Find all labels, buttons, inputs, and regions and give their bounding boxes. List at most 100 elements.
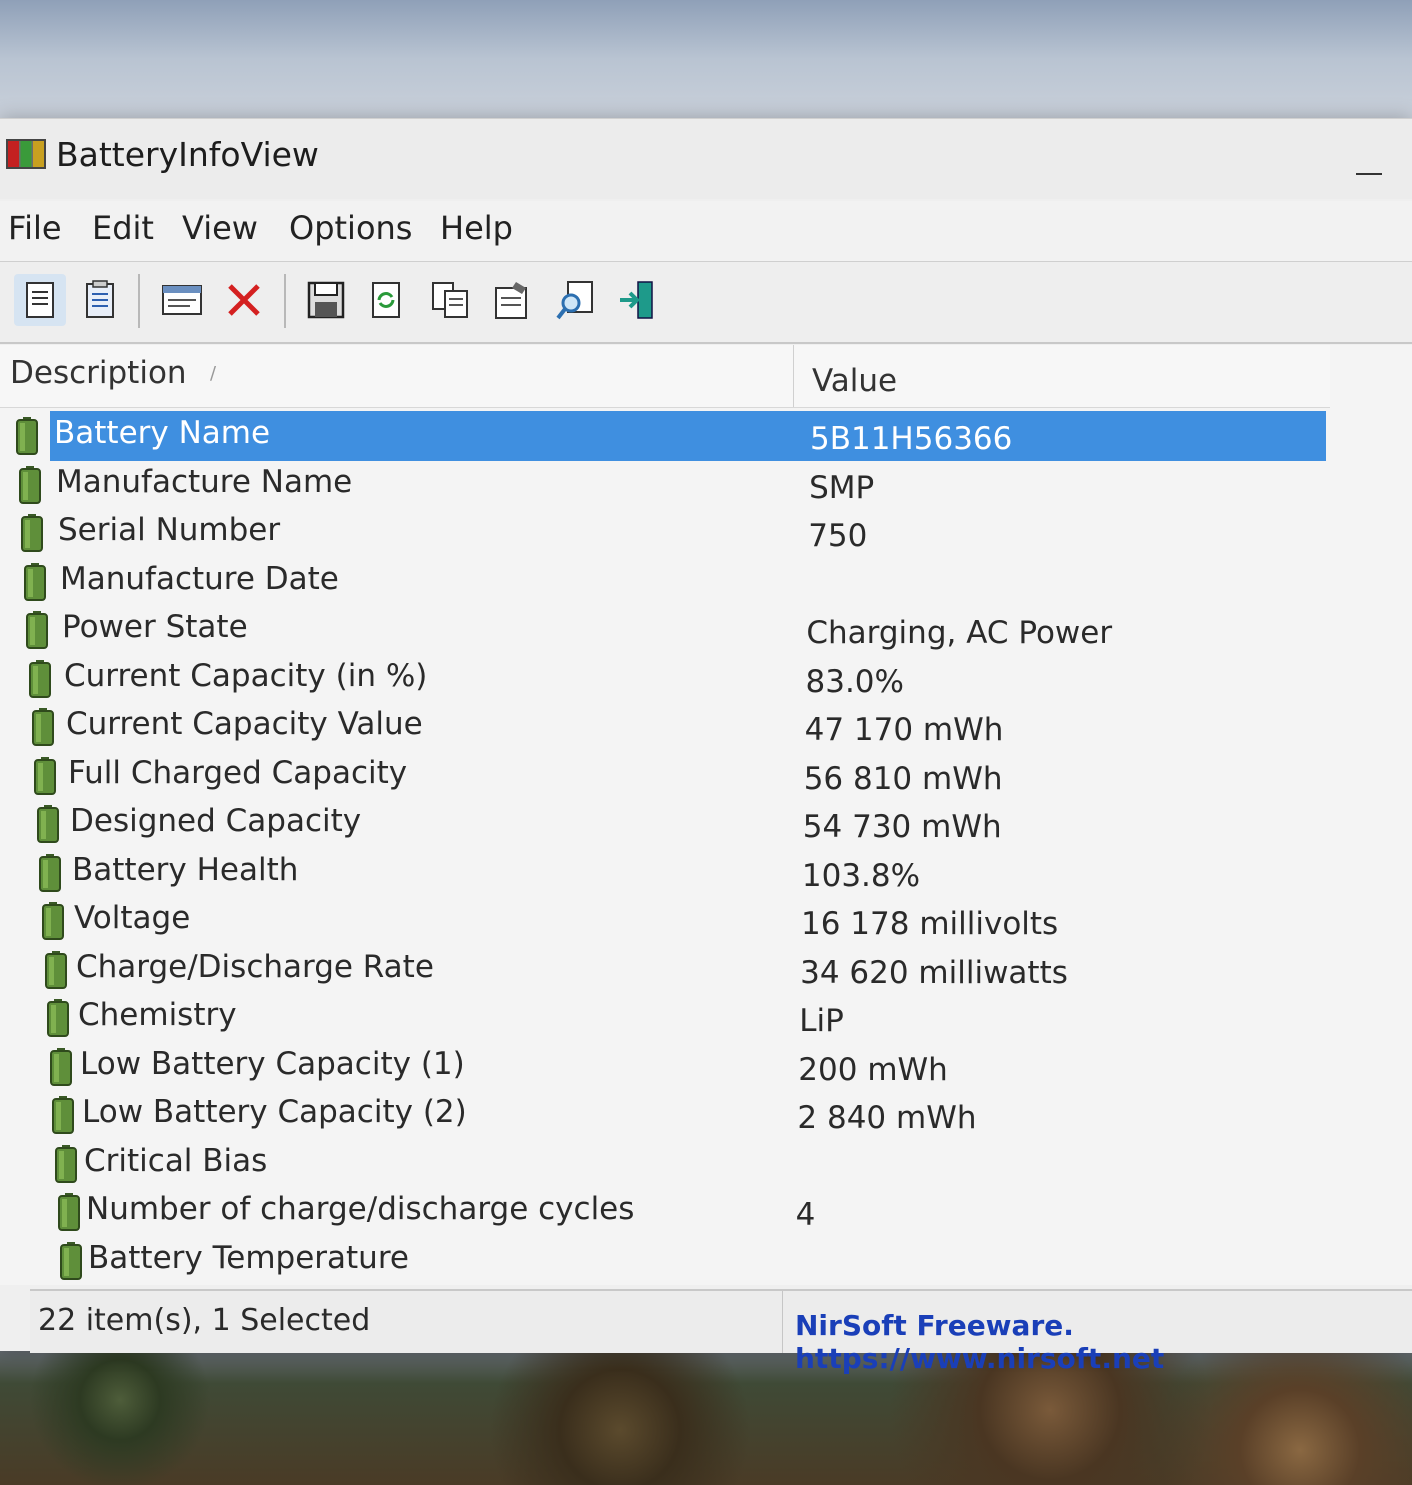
- nirsoft-link[interactable]: NirSoft Freeware. https://www.nirsoft.ne…: [795, 1309, 1412, 1375]
- battery-icon: [52, 1096, 75, 1134]
- row-description: Full Charged Capacity: [68, 754, 408, 791]
- table-row[interactable]: Voltage 16 178 millivolts: [0, 896, 1330, 944]
- row-value: 83.0%: [805, 663, 904, 700]
- table-row[interactable]: Serial Number 750: [0, 508, 1330, 556]
- menu-file[interactable]: File: [4, 209, 66, 247]
- table-row[interactable]: Number of charge/discharge cycles 4: [0, 1187, 1330, 1235]
- list-header: Description / Value: [0, 345, 1330, 408]
- table-row[interactable]: Current Capacity Value 47 170 mWh: [0, 702, 1330, 750]
- battery-icon: [16, 417, 38, 455]
- delete-icon[interactable]: [218, 274, 270, 326]
- save-icon[interactable]: [300, 274, 352, 326]
- sort-indicator-icon: /: [210, 363, 217, 384]
- row-description: Low Battery Capacity (2): [82, 1094, 467, 1130]
- battery-icon: [47, 999, 70, 1037]
- row-value: 103.8%: [801, 857, 921, 894]
- menu-bar: File Edit View Options Help: [0, 201, 1412, 262]
- table-row[interactable]: Battery Temperature: [0, 1236, 1330, 1284]
- toolbar-separator: [284, 274, 286, 328]
- title-bar: BatteryInfoView: [0, 119, 1412, 199]
- row-value: SMP: [809, 469, 875, 506]
- status-bar: 22 item(s), 1 Selected NirSoft Freeware.…: [30, 1289, 1412, 1375]
- html-report-all-icon[interactable]: [14, 274, 66, 326]
- table-row[interactable]: Current Capacity (in %) 83.0%: [0, 654, 1330, 702]
- row-description: Serial Number: [58, 512, 281, 548]
- battery-icon: [21, 514, 44, 552]
- html-report-selected-icon[interactable]: [74, 274, 126, 326]
- table-row[interactable]: Designed Capacity 54 730 mWh: [0, 799, 1330, 847]
- row-description: Number of charge/discharge cycles: [86, 1191, 635, 1227]
- battery-icon: [26, 611, 49, 649]
- row-description: Current Capacity (in %): [64, 657, 428, 694]
- battery-icon: [60, 1241, 83, 1280]
- battery-icon: [29, 659, 51, 698]
- row-description: Battery Name: [54, 415, 271, 451]
- find-icon[interactable]: [550, 274, 602, 326]
- battery-app-icon: [6, 139, 46, 169]
- row-value: 56 810 mWh: [803, 760, 1003, 797]
- table-row[interactable]: Battery Name 5B11H56366: [0, 411, 1330, 461]
- copy-icon[interactable]: [424, 274, 476, 326]
- row-description: Power State: [62, 609, 248, 645]
- row-description: Critical Bias: [84, 1142, 268, 1179]
- row-description: Chemistry: [78, 997, 237, 1033]
- options-icon[interactable]: [486, 274, 538, 326]
- menu-help[interactable]: Help: [436, 209, 517, 247]
- column-header-value[interactable]: Value: [812, 363, 897, 399]
- row-value: 750: [808, 518, 868, 554]
- column-header-description[interactable]: Description: [10, 355, 187, 391]
- toolbar: [0, 262, 1412, 344]
- row-description: Voltage: [74, 900, 191, 936]
- row-value: 16 178 millivolts: [801, 906, 1059, 942]
- table-row[interactable]: Battery Health 103.8%: [0, 848, 1330, 896]
- table-row[interactable]: Chemistry LiP: [0, 993, 1330, 1041]
- battery-icon: [31, 708, 54, 746]
- row-description: Battery Temperature: [88, 1239, 409, 1276]
- properties-icon[interactable]: [156, 274, 208, 326]
- status-divider: [782, 1291, 783, 1353]
- battery-icon: [44, 950, 67, 989]
- column-divider[interactable]: [793, 345, 794, 407]
- battery-icon: [49, 1047, 72, 1086]
- row-value: 47 170 mWh: [804, 712, 1004, 748]
- battery-icon: [42, 902, 64, 940]
- battery-icon: [55, 1144, 77, 1183]
- minimize-button[interactable]: [1348, 149, 1388, 179]
- table-row[interactable]: Full Charged Capacity 56 810 mWh: [0, 751, 1330, 799]
- row-value: 5B11H56366: [810, 421, 1013, 457]
- battery-icon: [36, 805, 59, 843]
- window-title: BatteryInfoView: [56, 135, 319, 174]
- menu-view[interactable]: View: [178, 209, 262, 247]
- menu-edit[interactable]: Edit: [88, 209, 158, 247]
- row-description: Manufacture Name: [56, 463, 353, 500]
- row-description: Low Battery Capacity (1): [80, 1045, 465, 1082]
- row-description: Battery Health: [72, 851, 299, 888]
- row-description: Current Capacity Value: [66, 706, 423, 742]
- table-row[interactable]: Low Battery Capacity (1) 200 mWh: [0, 1042, 1330, 1090]
- row-value: 4: [795, 1197, 816, 1233]
- battery-icon: [34, 756, 57, 795]
- exit-icon[interactable]: [612, 274, 664, 326]
- row-value: Charging, AC Power: [806, 615, 1113, 651]
- table-row[interactable]: Charge/Discharge Rate 34 620 milliwatts: [0, 945, 1330, 993]
- row-value: 2 840 mWh: [797, 1100, 977, 1136]
- row-value: LiP: [799, 1003, 844, 1039]
- row-description: Charge/Discharge Rate: [76, 948, 434, 985]
- table-row[interactable]: Manufacture Date: [0, 557, 1330, 605]
- table-row[interactable]: Low Battery Capacity (2) 2 840 mWh: [0, 1090, 1330, 1138]
- refresh-icon[interactable]: [360, 274, 412, 326]
- battery-icon: [57, 1193, 80, 1231]
- menu-options[interactable]: Options: [285, 209, 416, 247]
- table-row[interactable]: Power State Charging, AC Power: [0, 605, 1330, 653]
- table-row[interactable]: Critical Bias: [0, 1139, 1330, 1187]
- battery-icon: [23, 562, 46, 601]
- row-value: 34 620 milliwatts: [800, 954, 1068, 991]
- app-window: BatteryInfoView File Edit View Options H…: [0, 118, 1412, 1375]
- status-item-count: 22 item(s), 1 Selected: [38, 1303, 371, 1338]
- table-row[interactable]: Manufacture Name SMP: [0, 460, 1330, 508]
- battery-icon: [18, 465, 41, 504]
- battery-info-list: Description / Value Battery Name 5B11H563…: [0, 345, 1412, 1285]
- row-description: Manufacture Date: [60, 560, 339, 597]
- row-value: 200 mWh: [798, 1051, 948, 1088]
- row-description: Designed Capacity: [70, 803, 362, 839]
